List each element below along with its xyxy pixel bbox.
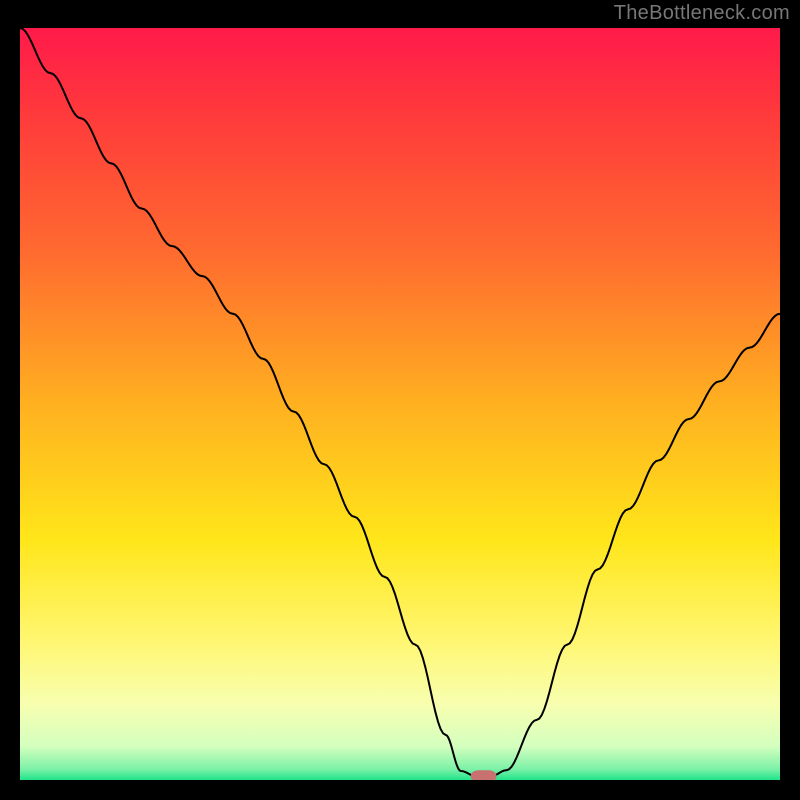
plot-svg [20, 28, 780, 780]
chart-container: TheBottleneck.com [0, 0, 800, 800]
watermark-text: TheBottleneck.com [614, 2, 790, 25]
plot-background [20, 28, 780, 780]
min-marker [471, 770, 497, 780]
plot-frame [20, 28, 780, 780]
